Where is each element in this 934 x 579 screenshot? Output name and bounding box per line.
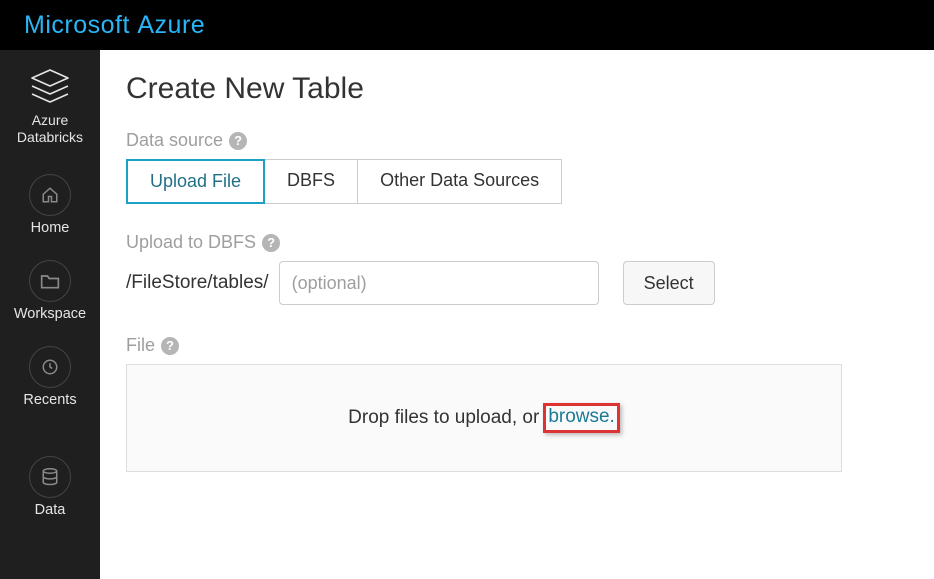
sidebar: Azure Databricks Home Workspace Recents [0,50,100,579]
home-icon [41,186,59,204]
section-label-text: File [126,335,155,356]
data-source-tabs: Upload File DBFS Other Data Sources [126,159,898,204]
help-icon[interactable]: ? [262,234,280,252]
clock-icon [41,358,59,376]
sidebar-item-label: Home [31,220,70,236]
select-button[interactable]: Select [623,261,715,305]
drop-zone-text: Drop files to upload, or [348,407,539,429]
page-title: Create New Table [126,72,898,106]
file-label: File ? [126,335,898,356]
tab-upload-file[interactable]: Upload File [126,159,265,204]
main-content: Create New Table Data source ? Upload Fi… [100,50,934,579]
section-label-text: Upload to DBFS [126,232,256,253]
upload-to-dbfs-label: Upload to DBFS ? [126,232,898,253]
sidebar-item-data[interactable]: Data [29,456,71,518]
browse-highlight: browse. [543,403,620,433]
tab-dbfs[interactable]: DBFS [264,159,358,204]
tab-other-sources[interactable]: Other Data Sources [357,159,562,204]
path-input[interactable] [279,261,599,305]
brand-part2: Azure [137,11,205,39]
databricks-icon [28,68,72,108]
file-drop-zone[interactable]: Drop files to upload, or browse. [126,364,842,472]
sidebar-item-workspace[interactable]: Workspace [14,260,86,322]
sidebar-item-label: Workspace [14,306,86,322]
sidebar-item-label: Data [35,502,66,518]
top-bar: Microsoft Azure [0,0,934,50]
sidebar-item-home[interactable]: Home [29,174,71,236]
path-prefix: /FileStore/tables/ [126,272,269,294]
sidebar-product[interactable]: Azure Databricks [17,68,83,146]
brand-part1: Microsoft [24,11,137,39]
folder-icon [40,272,60,290]
sidebar-product-label: Azure Databricks [17,112,83,146]
brand-logo: Microsoft Azure [24,11,205,40]
data-source-label: Data source ? [126,130,898,151]
help-icon[interactable]: ? [161,337,179,355]
database-icon [41,467,59,487]
upload-path-row: /FileStore/tables/ Select [126,261,898,305]
sidebar-item-recents[interactable]: Recents [23,346,76,408]
sidebar-item-label: Recents [23,392,76,408]
browse-link[interactable]: browse. [548,406,615,427]
section-label-text: Data source [126,130,223,151]
help-icon[interactable]: ? [229,132,247,150]
